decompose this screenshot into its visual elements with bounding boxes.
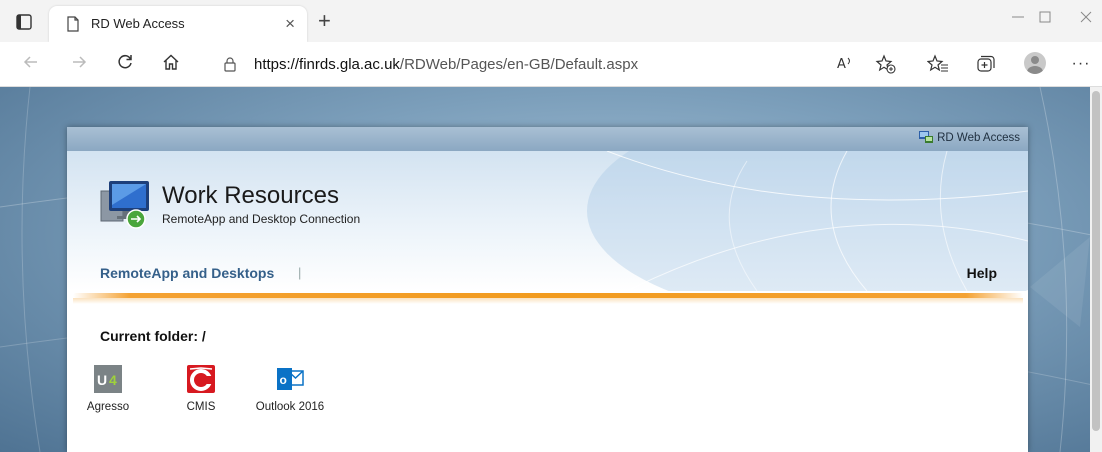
nav-separator: | [298, 265, 302, 280]
tab-title: RD Web Access [91, 16, 185, 31]
outlook-icon[interactable]: o [276, 365, 304, 393]
rd-web-panel: RD Web Access Work Resources RemoteApp a… [67, 127, 1028, 452]
svg-text:o: o [280, 373, 287, 387]
lock-icon[interactable] [222, 56, 238, 72]
home-icon[interactable] [160, 52, 182, 74]
page-header: Work Resources RemoteApp and Desktop Con… [67, 151, 1028, 291]
read-aloud-icon[interactable]: A [834, 53, 856, 75]
svg-text:4: 4 [109, 372, 117, 388]
address-bar[interactable]: https://finrds.gla.ac.uk/RDWeb/Pages/en-… [206, 49, 926, 79]
app-label-outlook: Outlook 2016 [255, 401, 325, 413]
page-title: Work Resources [162, 182, 339, 209]
more-menu-button[interactable]: ··· [1070, 53, 1092, 75]
browser-tab[interactable]: RD Web Access × [49, 6, 307, 42]
agresso-u4-icon[interactable]: U4 [94, 365, 122, 393]
scrollbar[interactable] [1090, 87, 1102, 452]
current-folder-label: Current folder: / [100, 328, 206, 344]
collections-icon[interactable] [974, 53, 996, 75]
new-tab-button[interactable]: + [318, 10, 331, 32]
app-outlook[interactable]: o Outlook 2016 [250, 365, 330, 413]
refresh-icon[interactable] [114, 52, 136, 74]
tab-actions-icon[interactable] [14, 12, 34, 32]
app-agresso[interactable]: U4 Agresso [68, 365, 148, 413]
favorites-icon[interactable] [926, 53, 949, 75]
panel-topbar: RD Web Access [67, 127, 1028, 151]
app-label-cmis: CMIS [186, 401, 216, 413]
url-text: https://finrds.gla.ac.uk/RDWeb/Pages/en-… [254, 56, 638, 73]
url-path: /RDWeb/Pages/en-GB/Default.aspx [399, 56, 639, 73]
close-tab-icon[interactable]: × [285, 14, 295, 34]
browser-titlebar: RD Web Access × + [0, 0, 1102, 42]
nav-remoteapp-desktops-link[interactable]: RemoteApp and Desktops [100, 265, 274, 281]
page-subtitle: RemoteApp and Desktop Connection [162, 212, 361, 226]
minimize-icon[interactable] [1003, 10, 1033, 30]
back-icon[interactable] [20, 52, 42, 74]
orange-divider-glow [73, 298, 1023, 304]
browser-toolbar: https://finrds.gla.ac.uk/RDWeb/Pages/en-… [0, 42, 1102, 87]
brand-label: RD Web Access [919, 131, 1020, 144]
rd-web-access-icon [919, 131, 934, 143]
forward-icon[interactable] [68, 52, 90, 74]
remote-desktop-logo-icon [99, 177, 153, 231]
cmis-icon[interactable] [187, 365, 215, 393]
app-label-agresso: Agresso [86, 401, 130, 413]
scrollbar-thumb[interactable] [1092, 91, 1100, 431]
add-favorite-icon[interactable] [875, 53, 897, 75]
page-icon [65, 16, 81, 32]
page-background: RD Web Access Work Resources RemoteApp a… [0, 87, 1102, 452]
help-link[interactable]: Help [967, 265, 997, 281]
profile-avatar[interactable] [1024, 52, 1046, 74]
svg-text:A: A [837, 57, 846, 72]
brand-text: RD Web Access [937, 132, 1020, 144]
close-window-icon[interactable] [1071, 10, 1101, 30]
maximize-icon[interactable] [1030, 10, 1060, 30]
svg-text:U: U [97, 372, 107, 388]
url-host: https://finrds.gla.ac.uk [254, 56, 400, 73]
app-cmis[interactable]: CMIS [161, 365, 241, 413]
